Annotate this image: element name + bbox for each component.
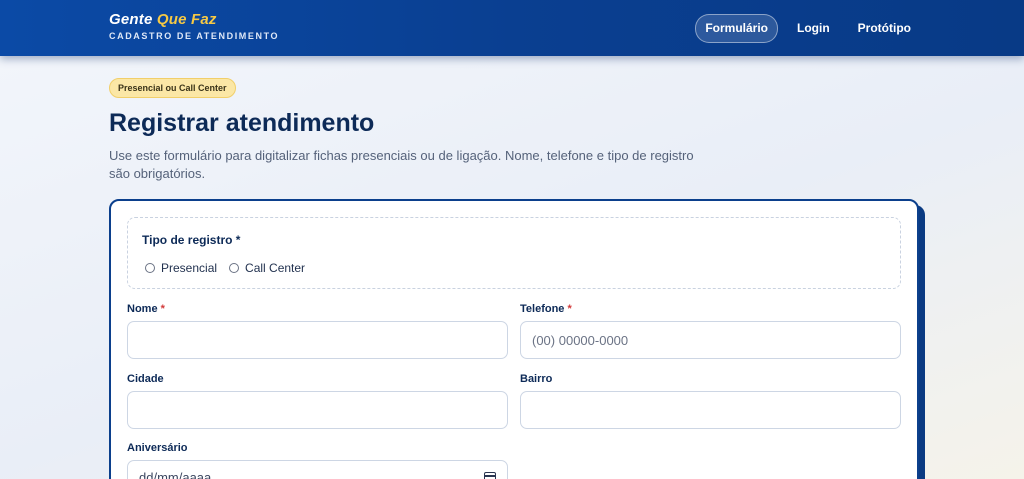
nav-item-formulario[interactable]: Formulário (695, 14, 779, 43)
page-description: Use este formulário para digitalizar fic… (109, 148, 694, 181)
radio-circle-icon[interactable] (229, 263, 240, 273)
radio-call-center-label: Call Center (245, 261, 306, 275)
radio-circle-icon[interactable] (145, 263, 155, 273)
phone-label: Telefone * (520, 302, 572, 316)
neighborhood-input[interactable] (520, 391, 901, 429)
main-nav: Formulário Login Protótipo (695, 14, 920, 43)
top-navbar: Gente Que Faz CADASTRO DE ATENDIMENTO Fo… (0, 0, 1024, 56)
registration-form: Tipo de registro * Presencial Call Cente… (109, 199, 919, 479)
brand-subtitle: CADASTRO DE ATENDIMENTO (109, 31, 280, 41)
birthday-placeholder: dd/mm/aaaa (139, 470, 212, 479)
birthday-date-input[interactable]: dd/mm/aaaa (127, 460, 508, 479)
name-label-text: Nome (127, 303, 158, 315)
brand-title-accent: Que Faz (156, 11, 217, 28)
birthday-label: Aniversário (127, 442, 188, 454)
calendar-icon[interactable] (484, 472, 496, 479)
nav-item-login[interactable]: Login (788, 15, 839, 42)
city-label: Cidade (127, 373, 164, 385)
nav-item-prototipo[interactable]: Protótipo (849, 15, 920, 42)
phone-label-text: Telefone (520, 303, 565, 315)
neighborhood-label: Bairro (520, 373, 553, 385)
radio-presencial[interactable]: Presencial (145, 261, 217, 275)
radio-call-center[interactable]: Call Center (229, 261, 305, 275)
brand-title-main: Gente (109, 11, 153, 28)
name-label: Nome * (127, 302, 165, 316)
record-type-label: Tipo de registro * (142, 233, 241, 247)
radio-presencial-label: Presencial (161, 261, 218, 275)
name-input[interactable] (127, 321, 508, 359)
brand-title: Gente Que Faz (109, 11, 279, 29)
page-title: Registrar atendimento (109, 109, 375, 137)
city-input[interactable] (127, 391, 508, 429)
channel-badge: Presencial ou Call Center (109, 78, 236, 98)
record-type-group: Tipo de registro * Presencial Call Cente… (127, 217, 901, 289)
phone-required-mark: * (567, 303, 572, 315)
name-required-mark: * (160, 303, 165, 315)
phone-input[interactable] (520, 321, 901, 359)
record-type-options: Presencial Call Center (145, 261, 305, 275)
brand-logo[interactable]: Gente Que Faz CADASTRO DE ATENDIMENTO (109, 11, 279, 42)
